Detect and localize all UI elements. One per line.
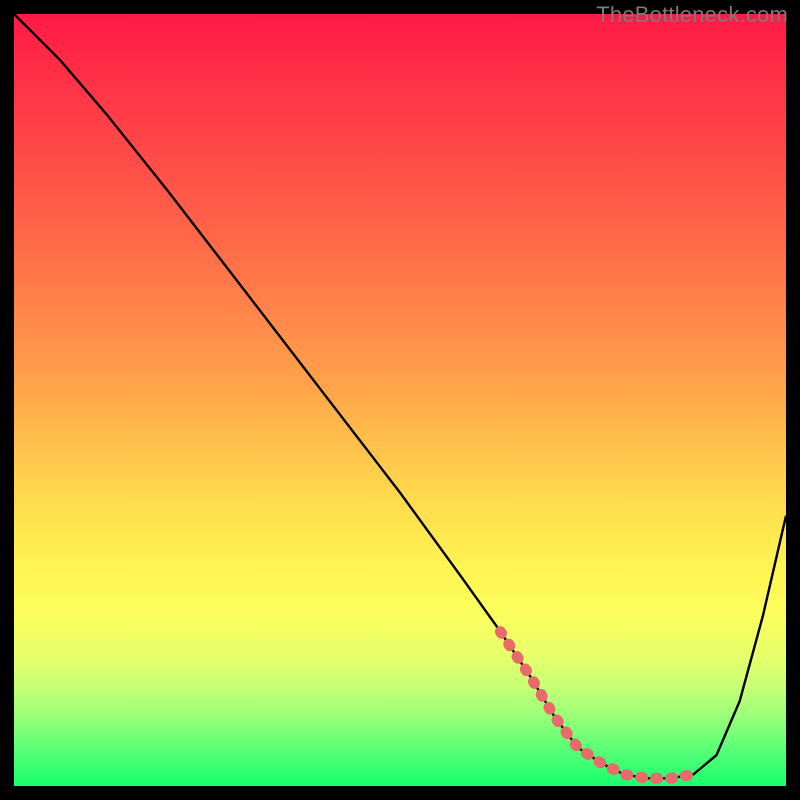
bottleneck-highlight-path — [500, 632, 693, 779]
chart-frame: TheBottleneck.com — [0, 0, 800, 800]
bottleneck-curve-svg — [14, 14, 786, 786]
watermark-text: TheBottleneck.com — [596, 2, 788, 28]
bottleneck-curve-path — [14, 14, 786, 778]
